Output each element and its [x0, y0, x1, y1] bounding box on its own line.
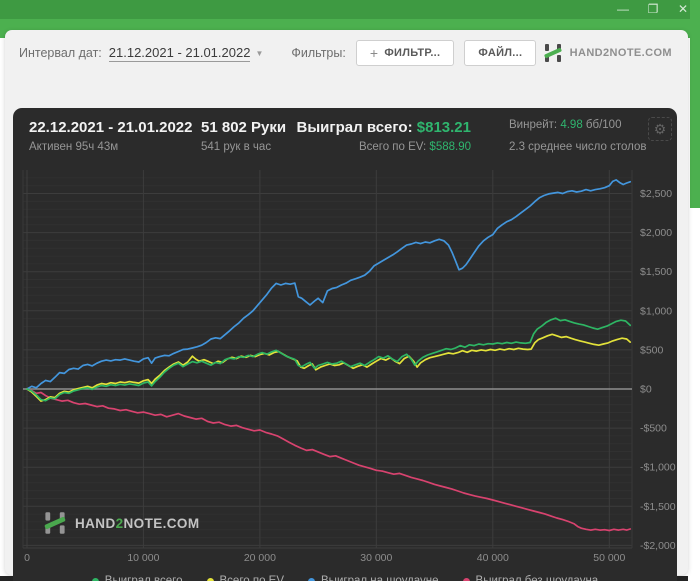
minimize-button[interactable]: —: [614, 2, 632, 17]
stat-won-total-label: Выиграл всего:: [296, 119, 413, 136]
y-tick-label: $2,500: [640, 188, 672, 200]
maximize-button[interactable]: ❐: [644, 2, 662, 17]
y-tick-label: $0: [640, 384, 652, 396]
close-button[interactable]: ✕: [674, 2, 692, 17]
legend-dot: [91, 577, 99, 581]
stat-winrate-label: Винрейт:: [509, 119, 558, 131]
stat-winrate-unit: бб/100: [585, 119, 622, 131]
stat-won-total-value: $813.21: [416, 119, 471, 136]
filter-button[interactable]: + ФИЛЬТР...: [355, 40, 455, 66]
x-tick-label: 10 000: [127, 552, 159, 564]
date-range-selector[interactable]: 21.12.2021 - 21.01.2022 ▼: [108, 44, 264, 62]
chevron-down-icon: ▼: [255, 48, 264, 58]
title-bar: [0, 0, 700, 19]
stat-ev-total-label: Всего по EV:: [358, 141, 427, 153]
legend-item-won-without-showdown[interactable]: Выиграл без шоудауна: [462, 575, 599, 581]
stats-header: 22.12.2021 - 21.01.2022 Активен 95ч 43м …: [13, 108, 677, 166]
legend-item-won-at-showdown[interactable]: Выиграл на шоудауне: [308, 575, 439, 581]
filter-button-label: ФИЛЬТР...: [384, 47, 441, 59]
x-tick-label: 0: [24, 552, 30, 564]
chart-panel: 22.12.2021 - 21.01.2022 Активен 95ч 43м …: [13, 108, 677, 581]
y-tick-label: -$500: [640, 423, 667, 435]
legend-label: Выиграл на шоудауне: [321, 575, 439, 581]
x-tick-label: 30 000: [360, 552, 392, 564]
x-axis-labels: 0 10 000 20 000 30 000 40 000 50 000: [24, 552, 625, 564]
plus-icon: +: [369, 45, 379, 61]
legend-label: Выиграл всего: [104, 575, 183, 581]
window-controls: — ❐ ✕: [614, 2, 692, 17]
legend-dot: [462, 577, 470, 581]
y-tick-label: -$2,000: [640, 540, 676, 552]
stat-active-time: Активен 95ч 43м: [29, 141, 119, 153]
legend-dot: [308, 577, 316, 581]
stat-hands-per-hour: 541 рук в час: [201, 141, 272, 153]
toolbar: Интервал дат: 21.12.2021 - 21.01.2022 ▼ …: [5, 30, 688, 76]
brand-text: HAND2NOTE.COM: [569, 47, 672, 59]
y-tick-label: $1,500: [640, 266, 672, 278]
x-tick-label: 50 000: [593, 552, 625, 564]
x-tick-label: 20 000: [244, 552, 276, 564]
gear-icon[interactable]: ⚙: [648, 117, 672, 141]
chart-watermark: HAND2NOTE.COM: [43, 511, 199, 535]
hand2note-logo-icon: [544, 44, 562, 62]
hand2note-watermark-icon: [44, 512, 66, 534]
date-range-value: 21.12.2021 - 21.01.2022: [108, 44, 251, 62]
filters-label: Фильтры:: [291, 46, 346, 60]
chart-legend: Выиграл всего Всего по EV Выиграл на шоуда…: [13, 575, 677, 581]
y-tick-label: $2,000: [640, 227, 672, 239]
legend-dot: [206, 577, 214, 581]
grid-vertical: [22, 170, 633, 549]
interval-label: Интервал дат:: [19, 46, 102, 60]
y-tick-label: $500: [640, 344, 664, 356]
stat-winrate-value: 4.98: [560, 119, 583, 131]
legend-item-won-total[interactable]: Выиграл всего: [91, 575, 183, 581]
legend-label: Выиграл без шоудауна: [475, 575, 599, 581]
file-button[interactable]: ФАЙЛ...: [464, 40, 537, 66]
file-button-label: ФАЙЛ...: [478, 47, 523, 59]
watermark-text: HAND2NOTE.COM: [75, 515, 200, 531]
stat-hands: 51 802 Руки: [201, 119, 287, 136]
brand: HAND2NOTE.COM: [543, 43, 672, 63]
stat-won-total: Выиграл всего: $813.21: [293, 119, 471, 136]
main-panel: Интервал дат: 21.12.2021 - 21.01.2022 ▼ …: [5, 30, 688, 581]
legend-label: Всего по EV: [219, 575, 285, 581]
stat-ev-total-value: $588.90: [429, 141, 471, 153]
stat-avg-tables: 2.3 среднее число столов: [509, 141, 647, 153]
window-right-edge: [690, 0, 700, 208]
stat-winrate: Винрейт: 4.98 бб/100: [509, 119, 621, 131]
y-tick-label: $1,000: [640, 305, 672, 317]
x-tick-label: 40 000: [477, 552, 509, 564]
legend-item-total-by-ev[interactable]: Всего по EV: [206, 575, 285, 581]
y-tick-label: -$1,000: [640, 462, 676, 474]
stat-date-range: 22.12.2021 - 21.01.2022: [29, 119, 193, 136]
series-line-total-by-ev: [26, 333, 632, 402]
stat-ev-total: Всего по EV: $588.90: [293, 141, 471, 153]
y-axis-labels: $2,500 $2,000 $1,500 $1,000 $500 $0 -$500 -$1,0…: [640, 188, 676, 552]
y-tick-label: -$1,500: [640, 501, 676, 513]
app-window: — ❐ ✕ Интервал дат: 21.12.2021 - 21.01.2…: [0, 0, 700, 581]
